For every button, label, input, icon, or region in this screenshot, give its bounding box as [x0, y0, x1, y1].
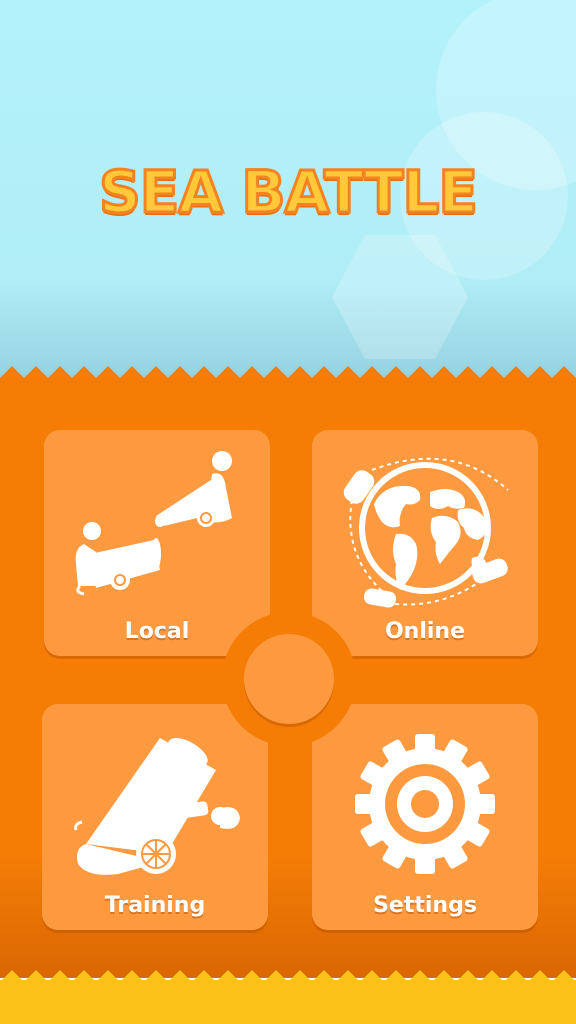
- settings-button[interactable]: Settings: [312, 704, 538, 930]
- game-title: SEA BATTLE: [97, 157, 479, 228]
- training-button[interactable]: Training: [42, 704, 268, 930]
- online-button[interactable]: Online: [312, 430, 538, 656]
- top-zigzag-edge: [0, 366, 576, 394]
- globe-icon: [343, 457, 509, 608]
- two-cannons-icon: [75, 451, 232, 596]
- center-button[interactable]: [244, 634, 334, 724]
- local-button[interactable]: Local: [44, 430, 270, 656]
- bottom-zigzag-edge: [0, 970, 576, 996]
- training-label: Training: [104, 893, 206, 918]
- online-label: Online: [384, 619, 466, 644]
- cannon-icon: [74, 738, 240, 875]
- gear-icon: [355, 734, 495, 874]
- hexagon-decoration: [332, 235, 468, 359]
- settings-label: Settings: [373, 893, 477, 918]
